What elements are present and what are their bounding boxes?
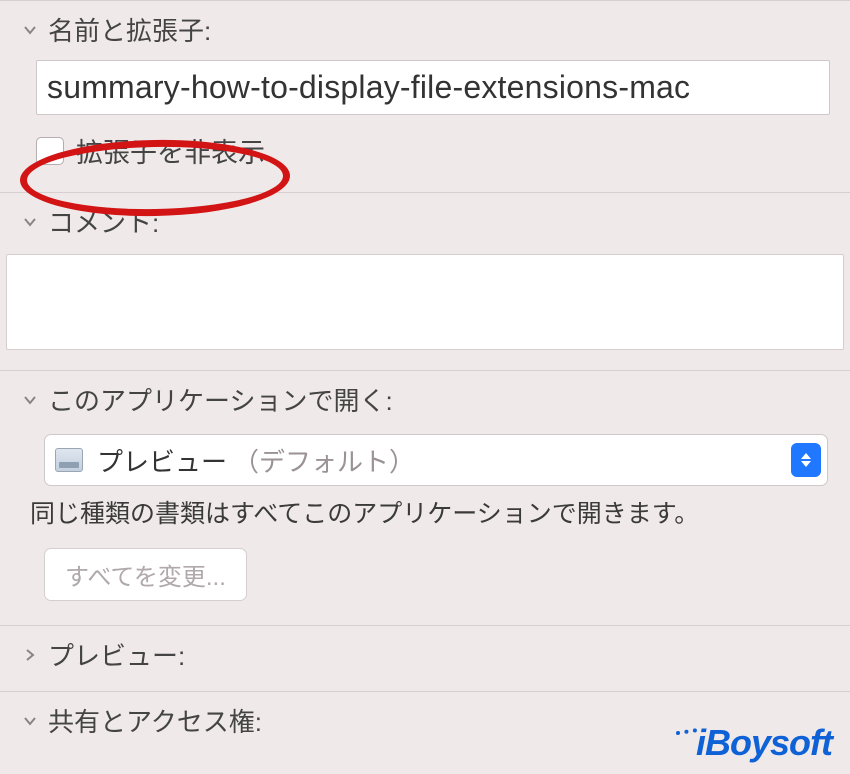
hide-extension-checkbox[interactable] (36, 137, 64, 165)
open-with-default-suffix: （デフォルト） (233, 442, 415, 479)
chevron-down-icon (22, 392, 40, 408)
chevron-down-icon (22, 713, 40, 729)
change-all-label: すべてを変更... (65, 564, 226, 591)
section-title: コメント: (48, 203, 159, 240)
section-header-preview[interactable]: プレビュー: (0, 632, 850, 681)
open-with-app-name: プレビュー (97, 442, 227, 479)
preview-app-icon (55, 448, 83, 472)
hide-extension-label: 拡張子を非表示 (76, 131, 265, 170)
chevron-down-icon (22, 22, 40, 38)
section-title: このアプリケーションで開く: (48, 381, 393, 418)
hide-extension-row[interactable]: 拡張子を非表示 (36, 129, 275, 172)
open-with-description: 同じ種類の書類はすべてこのアプリケーションで開きます。 (30, 494, 828, 530)
comment-textarea[interactable] (6, 254, 844, 350)
updown-arrows-icon (791, 443, 821, 477)
section-preview: プレビュー: (0, 625, 850, 691)
section-header-comment[interactable]: コメント: (0, 199, 850, 248)
section-header-open-with[interactable]: このアプリケーションで開く: (0, 377, 850, 426)
section-title: プレビュー: (48, 636, 185, 673)
chevron-down-icon (22, 214, 40, 230)
section-open-with: このアプリケーションで開く: プレビュー （デフォルト） 同じ種類の書類はすべて… (0, 370, 850, 625)
open-with-select[interactable]: プレビュー （デフォルト） (44, 434, 828, 486)
section-header-name-extension[interactable]: 名前と拡張子: (0, 7, 850, 56)
change-all-button[interactable]: すべてを変更... (44, 548, 247, 601)
section-title: 共有とアクセス権: (48, 702, 262, 739)
section-title: 名前と拡張子: (48, 11, 211, 48)
section-name-extension: 名前と拡張子: summary-how-to-display-file-exte… (0, 0, 850, 192)
section-comment: コメント: (0, 192, 850, 370)
watermark-logo: iBoysoft (670, 722, 832, 764)
chevron-right-icon (22, 647, 40, 663)
watermark-text: iBoysoft (696, 722, 832, 763)
filename-value: summary-how-to-display-file-extensions-m… (47, 69, 690, 105)
filename-input[interactable]: summary-how-to-display-file-extensions-m… (36, 60, 830, 115)
